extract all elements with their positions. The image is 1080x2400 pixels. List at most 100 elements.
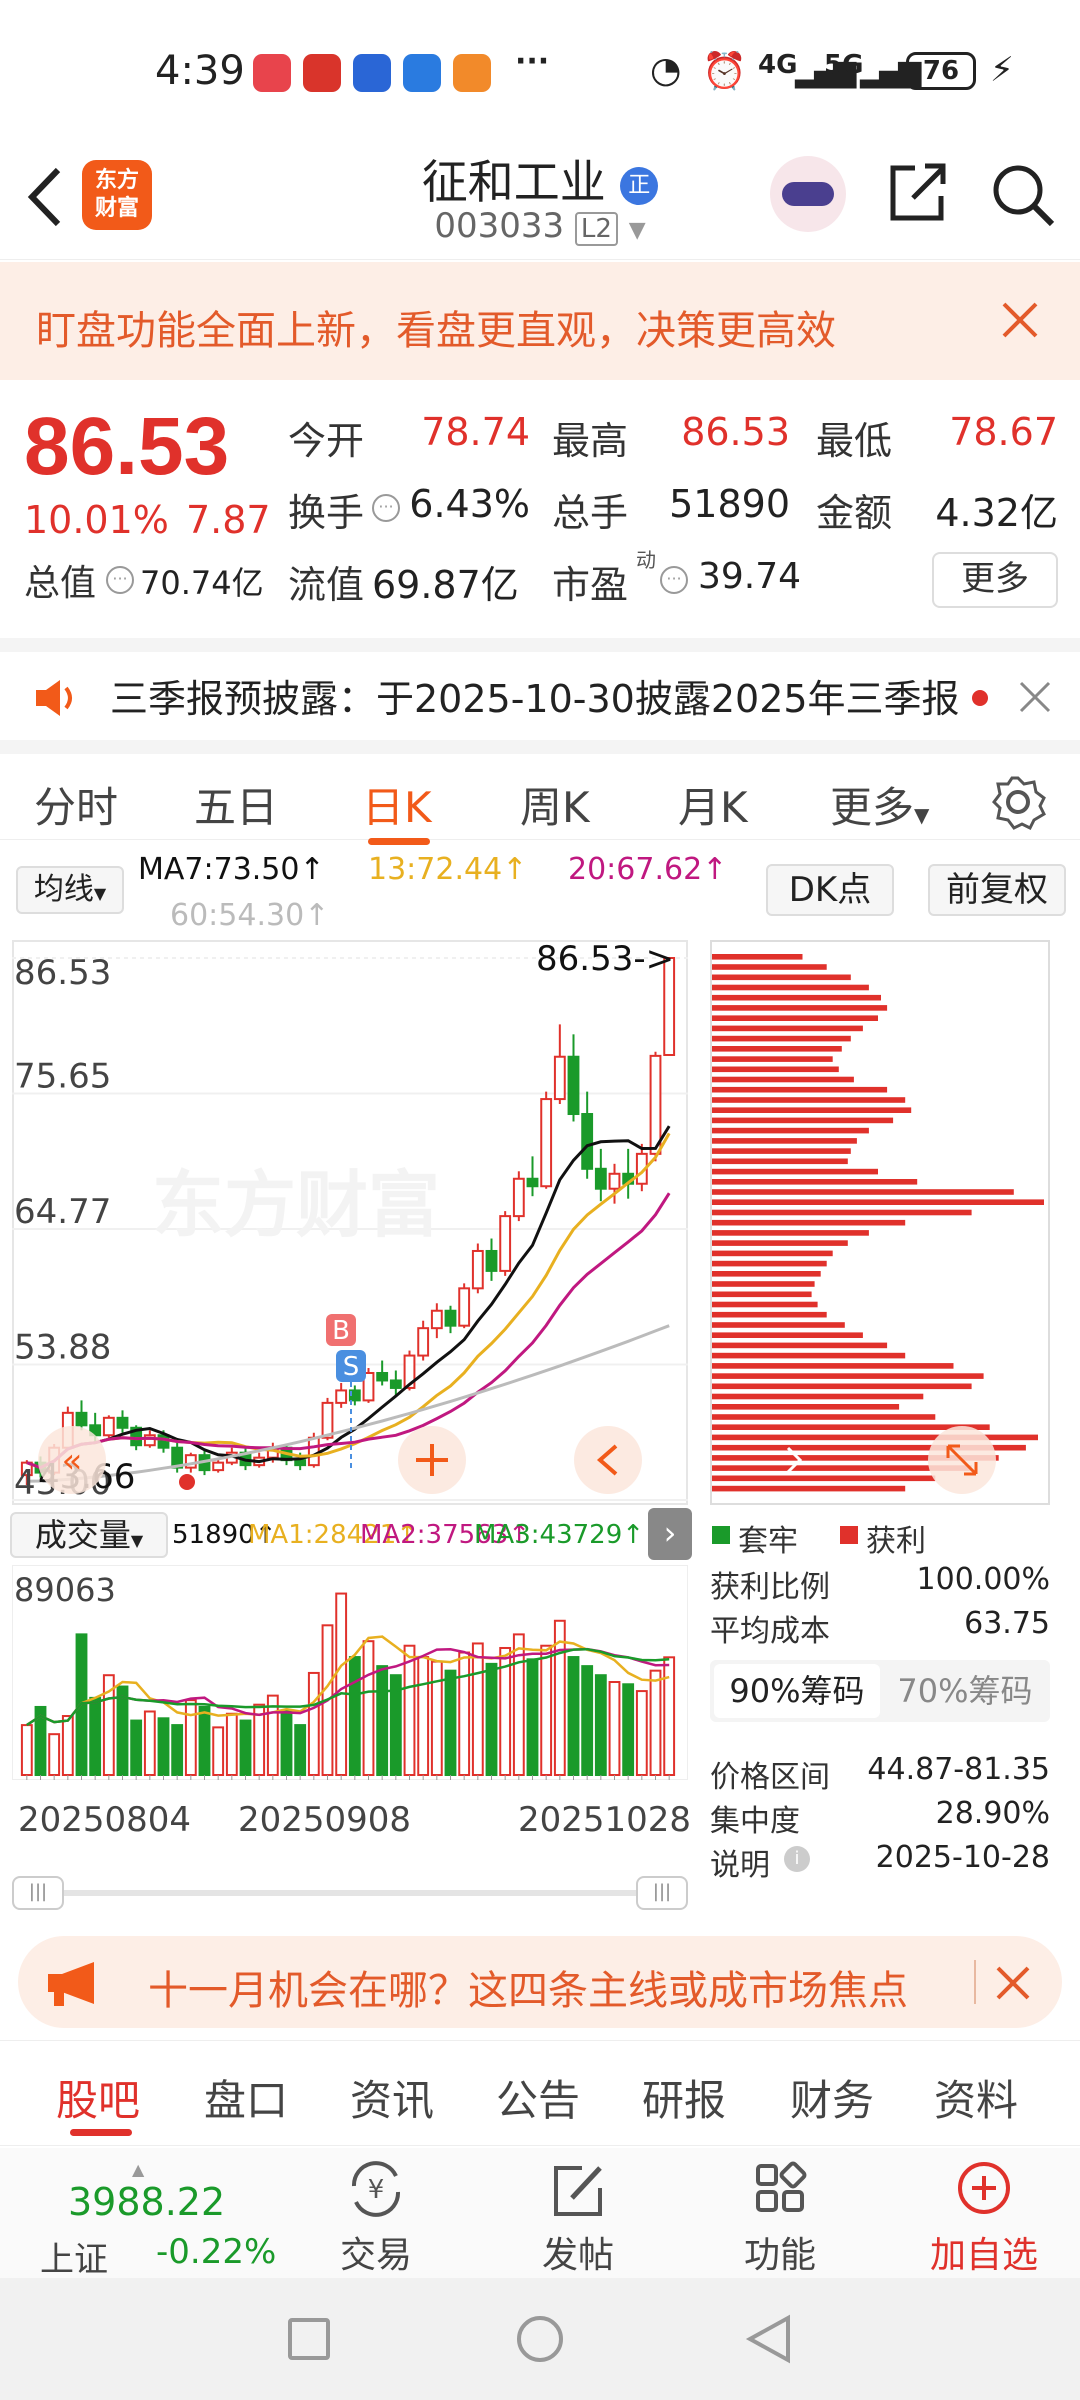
date-label: 20250804 [18, 1800, 192, 1840]
candle-body [212, 1461, 225, 1472]
zoom-in-button[interactable] [398, 1426, 466, 1494]
dk-point-button[interactable]: DK点 [766, 864, 894, 916]
chip-bar [712, 1138, 857, 1144]
content-tabs: 股吧 盘口 资讯 公告 研报 财务 资料 [0, 2040, 1080, 2146]
chip-bar [712, 1219, 906, 1226]
volume-bar [485, 1662, 498, 1776]
notice-text: 三季报预披露：于2025-10-30披露2025年三季报 [110, 677, 960, 721]
candle-body [294, 1459, 307, 1467]
slider-handle-right[interactable]: ||| [636, 1876, 688, 1910]
index-change: -0.22% [156, 2232, 277, 2272]
chip-distribution-chart[interactable] [710, 940, 1050, 1505]
tab-more[interactable]: 更多▼ [830, 774, 929, 835]
tab-profile[interactable]: 资料 [934, 2067, 1018, 2128]
candle-body [430, 1309, 443, 1330]
function-button[interactable]: 功能 [710, 2156, 850, 2278]
tab-chip-70[interactable]: 70%筹码 [882, 1664, 1048, 1718]
tab-chip-90[interactable]: 90%筹码 [714, 1664, 880, 1718]
tab-orderbook[interactable]: 盘口 [204, 2067, 288, 2128]
tab-announcements[interactable]: 公告 [496, 2067, 580, 2128]
tab-five-day[interactable]: 五日 [194, 774, 278, 835]
tab-financials[interactable]: 财务 [790, 2067, 874, 2128]
chip-bar [712, 1475, 936, 1482]
feature-banner[interactable]: 盯盘功能全面上新，看盘更直观，决策更高效 [0, 262, 1080, 380]
candle-body [417, 1327, 430, 1357]
note-label: 说明 [710, 1848, 770, 1883]
candle-body [321, 1401, 334, 1439]
chip-range-tabs: 90%筹码 70%筹码 [710, 1660, 1050, 1722]
last-price: 86.53 [24, 401, 230, 492]
info-icon[interactable]: i [784, 1846, 810, 1872]
post-button[interactable]: 发帖 [508, 2156, 648, 2278]
slider-handle-left[interactable]: ||| [12, 1876, 64, 1910]
tab-research[interactable]: 研报 [642, 2067, 726, 2128]
network-4g-icon: 4G [758, 50, 798, 80]
info-icon[interactable]: ··· [106, 566, 134, 594]
ma-selector[interactable]: 均线▼ [16, 866, 124, 914]
chip-bar [712, 1434, 1038, 1441]
app-notification-icon [353, 54, 391, 92]
tab-monthly-k[interactable]: 月K [678, 774, 748, 835]
volume-bar [335, 1592, 348, 1776]
turnover-value: 6.43% [409, 482, 530, 526]
ma20-value: 20:67.62↑ [568, 852, 728, 887]
expand-button[interactable] [928, 1426, 996, 1494]
pe-dynamic-mark: 动 [636, 548, 656, 572]
recent-apps-icon[interactable] [288, 2318, 330, 2360]
scroll-left-button[interactable]: « [38, 1426, 106, 1494]
back-triangle-icon[interactable] [744, 2314, 794, 2364]
chip-bar [712, 1015, 878, 1021]
candle-body [471, 1249, 484, 1290]
trade-label: 交易 [339, 2235, 412, 2276]
chip-bars [712, 954, 1044, 1492]
candle-body [553, 1055, 566, 1101]
candlestick-chart[interactable]: 东方财富 86.5375.6564.7753.8843.00 86.53-> B… [12, 940, 688, 1505]
range-slider[interactable]: ||| ||| [12, 1876, 688, 1910]
promo-banner[interactable]: 十一月机会在哪？这四条主线或成市场焦点 [18, 1936, 1062, 2028]
info-icon[interactable]: ··· [660, 566, 688, 594]
volume-selector[interactable]: 成交量▼ [10, 1512, 168, 1558]
close-icon[interactable] [994, 1964, 1032, 2002]
volume-chart[interactable]: 89063 [12, 1565, 688, 1780]
gear-icon[interactable] [990, 774, 1046, 830]
add-watchlist-button[interactable]: 加自选 [914, 2156, 1054, 2278]
volume-indicator-row: 成交量▼ 51890↑ MA1:28421↑ MA2:37563↑ MA3:43… [0, 1508, 700, 1560]
info-icon[interactable]: ··· [372, 494, 400, 522]
more-button[interactable]: 更多 [932, 552, 1058, 608]
add-circle-icon [958, 2162, 1010, 2214]
mktcap-value: 70.74亿 [140, 564, 264, 602]
home-icon[interactable] [517, 2316, 563, 2362]
tab-news[interactable]: 资讯 [350, 2067, 434, 2128]
chip-bar [712, 1127, 869, 1134]
note-date: 2025-10-28 [875, 1840, 1050, 1875]
expand-panel-button[interactable]: › [648, 1508, 692, 1560]
chip-bar [712, 1097, 906, 1103]
volume-bar [663, 1656, 676, 1776]
assistant-avatar[interactable] [770, 156, 846, 232]
close-icon[interactable] [1000, 300, 1040, 340]
chip-bar [712, 1414, 936, 1420]
avg-cost-label: 平均成本 [710, 1614, 830, 1649]
close-icon[interactable] [1018, 680, 1052, 714]
tab-guba[interactable]: 股吧 [56, 2067, 140, 2128]
candle-body [512, 1177, 525, 1218]
earnings-notice[interactable]: 三季报预披露：于2025-10-30披露2025年三季报 [0, 638, 1080, 726]
tab-daily-k[interactable]: 日K [362, 774, 432, 835]
volume-bar [622, 1683, 635, 1776]
banner-text: 盯盘功能全面上新，看盘更直观，决策更高效 [36, 308, 836, 354]
add-watchlist-label: 加自选 [929, 2235, 1038, 2276]
adjust-mode-button[interactable]: 前复权 [928, 864, 1066, 916]
tab-weekly-k[interactable]: 周K [520, 774, 590, 835]
trade-icon: ¥ [351, 2161, 401, 2217]
index-ticker[interactable]: ▲ 3988.22 上证 -0.22% [40, 2160, 290, 2280]
step-left-button[interactable] [574, 1426, 642, 1494]
volume-bar [594, 1674, 607, 1776]
share-icon[interactable] [885, 160, 949, 224]
high-label: 最高 [552, 419, 629, 463]
tab-intraday[interactable]: 分时 [34, 774, 118, 835]
chip-bar [712, 1363, 954, 1369]
candle-body [116, 1416, 129, 1429]
search-icon[interactable] [988, 160, 1058, 230]
volume-bar [649, 1669, 662, 1776]
trade-button[interactable]: ¥ 交易 [306, 2156, 446, 2278]
